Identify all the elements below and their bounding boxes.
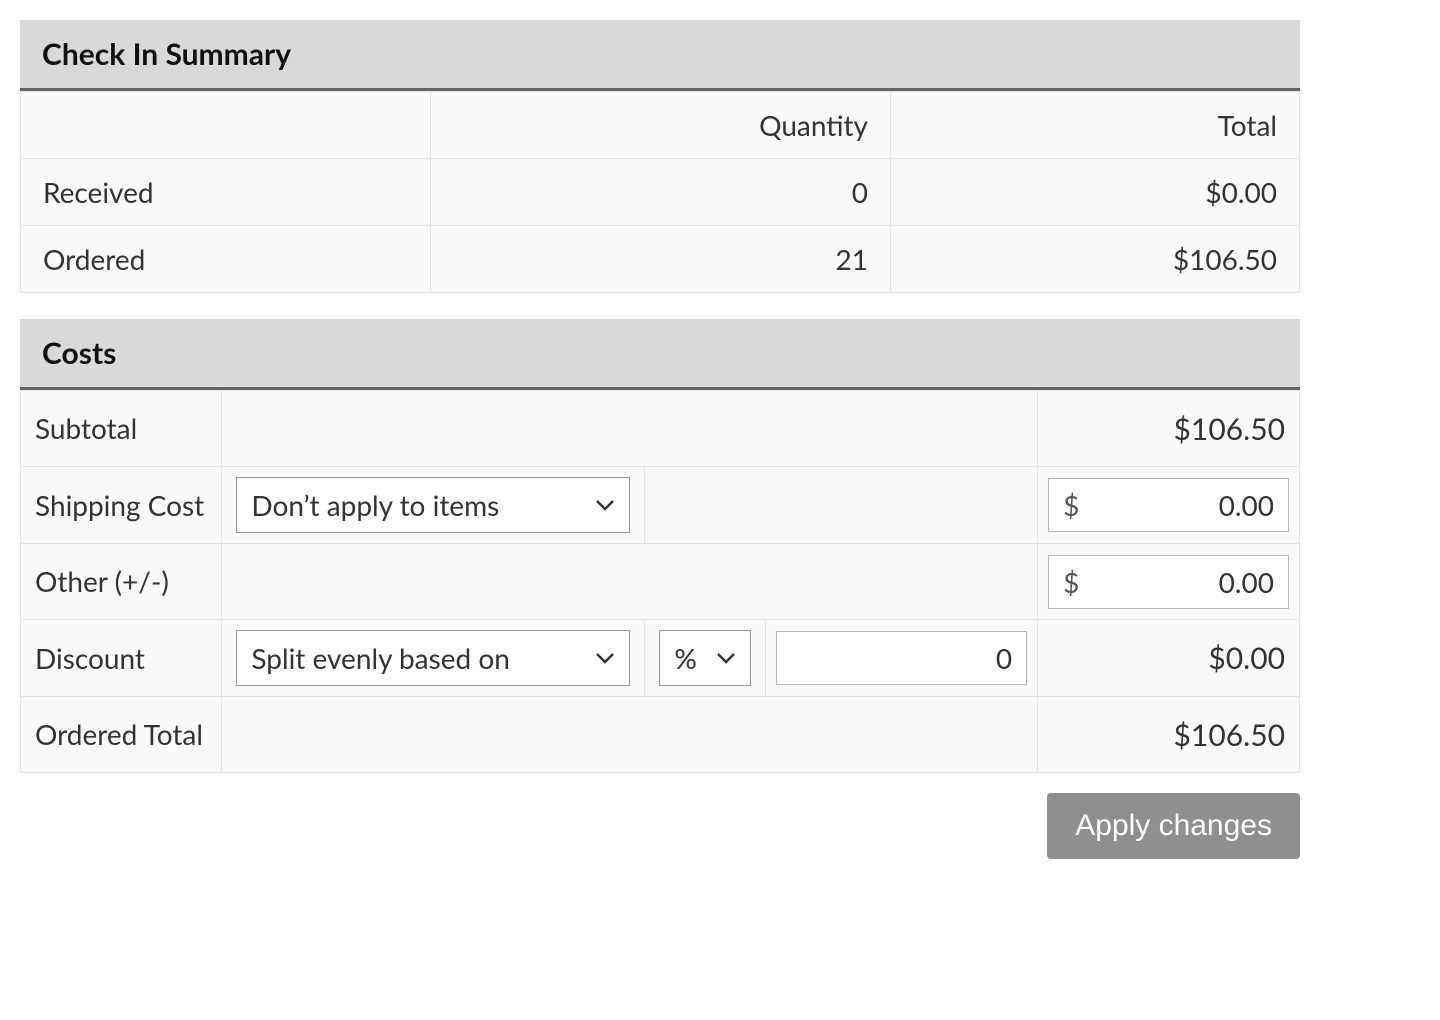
subtotal-label: Subtotal — [21, 391, 222, 467]
discount-amount-cell — [766, 620, 1038, 697]
summary-col-quantity: Quantity — [431, 92, 891, 159]
chevron-down-icon — [716, 651, 736, 665]
shipping-method-select[interactable]: Don’t apply to items — [236, 477, 630, 533]
summary-header: Check In Summary — [20, 20, 1300, 91]
chevron-down-icon — [595, 651, 615, 665]
costs-row-other: Other (+/-) $ — [21, 544, 1300, 620]
shipping-amount-cell: $ — [1038, 467, 1300, 544]
summary-col-blank — [21, 92, 431, 159]
summary-row-ordered: Ordered 21 $106.50 — [21, 226, 1300, 293]
shipping-spacer — [645, 467, 1038, 544]
shipping-label: Shipping Cost — [21, 467, 222, 544]
discount-method-cell: Split evenly based on — [222, 620, 645, 697]
summary-table: Quantity Total Received 0 $0.00 Ordered … — [20, 91, 1300, 293]
summary-ordered-qty: 21 — [431, 226, 891, 293]
discount-method-value: Split evenly based on — [251, 641, 509, 675]
subtotal-spacer — [222, 391, 1038, 467]
discount-amount-wrap — [776, 631, 1027, 685]
other-amount-input[interactable] — [1093, 565, 1288, 599]
ordered-total-value: $106.50 — [1038, 697, 1300, 773]
shipping-currency: $ — [1049, 488, 1093, 522]
summary-ordered-total: $106.50 — [891, 226, 1300, 293]
other-label: Other (+/-) — [21, 544, 222, 620]
discount-label: Discount — [21, 620, 222, 697]
chevron-down-icon — [595, 498, 615, 512]
summary-received-total: $0.00 — [891, 159, 1300, 226]
other-amount-cell: $ — [1038, 544, 1300, 620]
costs-header: Costs — [20, 319, 1300, 390]
discount-amount-input[interactable] — [777, 641, 1026, 675]
subtotal-value: $106.50 — [1038, 391, 1300, 467]
discount-unit-select[interactable]: % — [659, 630, 751, 686]
summary-ordered-label: Ordered — [21, 226, 431, 293]
discount-unit-cell: % — [645, 620, 766, 697]
discount-value: $0.00 — [1038, 620, 1300, 697]
costs-table: Subtotal $106.50 Shipping Cost Don’t app… — [20, 390, 1300, 773]
ordered-total-spacer — [222, 697, 1038, 773]
shipping-method-value: Don’t apply to items — [251, 488, 499, 522]
ordered-total-label: Ordered Total — [21, 697, 222, 773]
actions-bar: Apply changes — [20, 773, 1300, 859]
costs-row-discount: Discount Split evenly based on % — [21, 620, 1300, 697]
summary-header-row: Quantity Total — [21, 92, 1300, 159]
summary-row-received: Received 0 $0.00 — [21, 159, 1300, 226]
discount-method-select[interactable]: Split evenly based on — [236, 630, 630, 686]
other-spacer — [222, 544, 1038, 620]
summary-received-qty: 0 — [431, 159, 891, 226]
shipping-amount-group: $ — [1048, 478, 1289, 532]
shipping-amount-input[interactable] — [1093, 488, 1288, 522]
discount-unit-value: % — [674, 641, 696, 675]
summary-col-total: Total — [891, 92, 1300, 159]
apply-changes-button[interactable]: Apply changes — [1047, 793, 1300, 859]
other-currency: $ — [1049, 565, 1093, 599]
costs-row-subtotal: Subtotal $106.50 — [21, 391, 1300, 467]
costs-row-ordered-total: Ordered Total $106.50 — [21, 697, 1300, 773]
page: Check In Summary Quantity Total Received… — [20, 20, 1300, 859]
shipping-method-cell: Don’t apply to items — [222, 467, 645, 544]
costs-row-shipping: Shipping Cost Don’t apply to items $ — [21, 467, 1300, 544]
other-amount-group: $ — [1048, 555, 1289, 609]
summary-received-label: Received — [21, 159, 431, 226]
